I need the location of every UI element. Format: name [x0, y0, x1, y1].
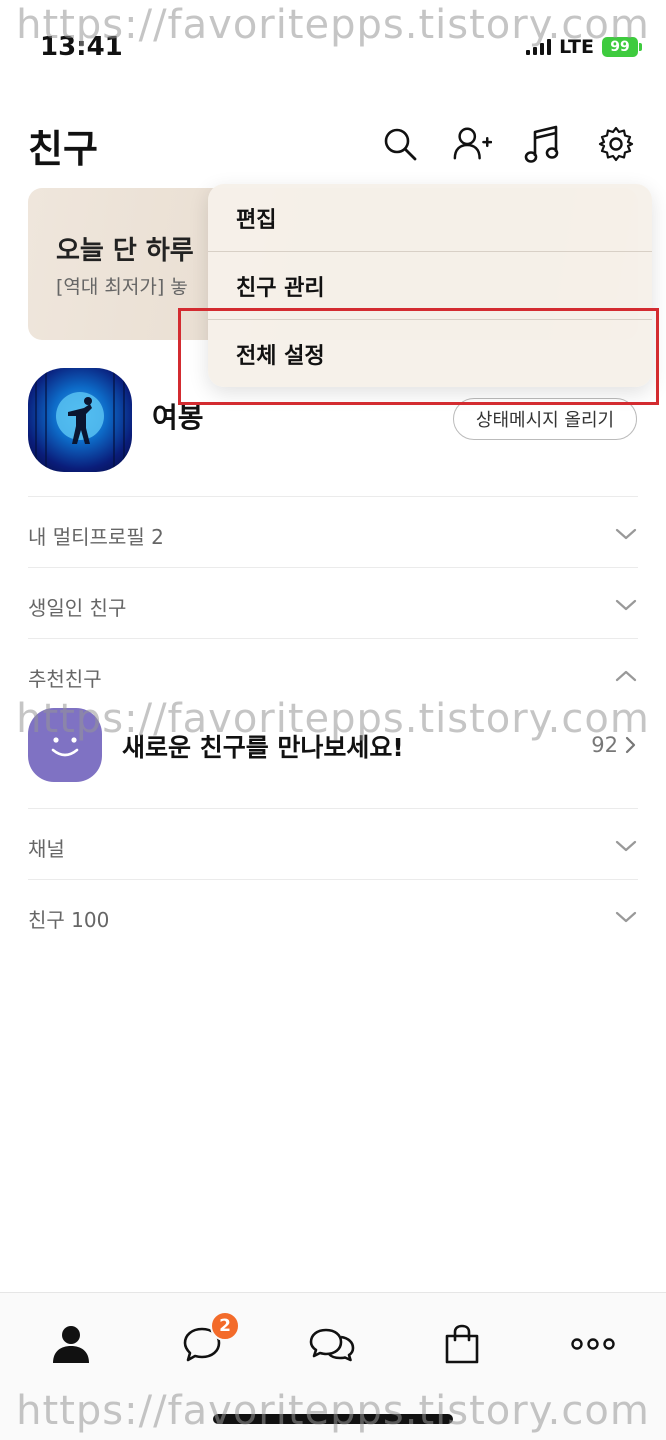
divider [28, 808, 638, 809]
battery-level: 99 [602, 37, 638, 57]
chevron-down-icon[interactable] [614, 526, 638, 542]
chevron-down-icon[interactable] [614, 838, 638, 854]
highlight-box [178, 308, 659, 405]
section-recommended[interactable]: 추천친구 [28, 663, 102, 692]
settings-icon[interactable] [596, 122, 636, 166]
section-multi-profile[interactable]: 내 멀티프로필 2 [28, 521, 164, 550]
banner-title: 오늘 단 하루 [56, 236, 194, 266]
divider [28, 638, 638, 639]
my-profile-avatar[interactable] [28, 368, 132, 472]
section-friends[interactable]: 친구 100 [28, 904, 109, 933]
chevron-down-icon[interactable] [614, 597, 638, 613]
chevron-up-icon[interactable] [614, 668, 638, 684]
battery-icon: 99 [602, 37, 642, 57]
network-label: LTE [559, 36, 594, 58]
divider [28, 879, 638, 880]
signal-icon [526, 39, 552, 55]
status-time: 13:41 [40, 32, 123, 62]
more-icon[interactable] [561, 1317, 625, 1371]
chat-badge: 2 [210, 1311, 240, 1341]
section-channel[interactable]: 채널 [28, 833, 65, 862]
chevron-down-icon[interactable] [614, 909, 638, 925]
divider [28, 496, 638, 497]
chevron-right-icon [625, 736, 636, 754]
recommend-count-value: 92 [591, 733, 618, 757]
menu-item-edit[interactable]: 편집 [208, 184, 652, 251]
music-icon[interactable] [522, 122, 562, 166]
banner-subtitle: [역대 최저가] 놓 [56, 276, 188, 298]
add-friend-icon[interactable] [452, 122, 492, 166]
page-title: 친구 [28, 127, 98, 171]
recommend-friends-text[interactable]: 새로운 친구를 만나보세요! [122, 728, 404, 764]
section-birthday[interactable]: 생일인 친구 [28, 592, 126, 621]
status-indicators: LTE 99 [526, 36, 642, 58]
recommend-friends-avatar[interactable] [28, 708, 102, 782]
search-icon[interactable] [380, 122, 420, 166]
shopping-icon[interactable] [430, 1317, 494, 1371]
friends-icon[interactable] [39, 1317, 103, 1371]
home-indicator [213, 1414, 453, 1424]
openchat-icon[interactable] [300, 1317, 364, 1371]
divider [28, 567, 638, 568]
recommend-friends-count[interactable]: 92 [591, 733, 636, 757]
